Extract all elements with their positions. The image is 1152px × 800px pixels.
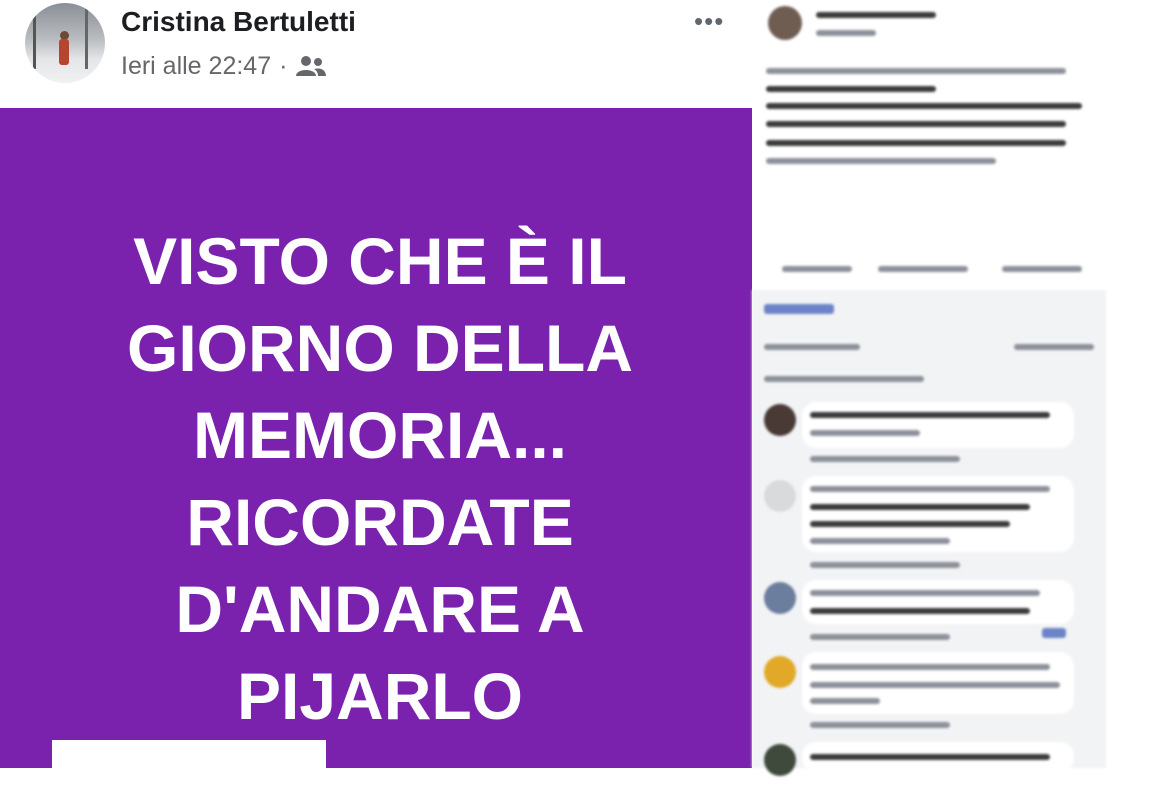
post-text: VISTO CHE È IL GIORNO DELLA MEMORIA... R… [40, 218, 720, 800]
post-meta: Ieri alle 22:47 · [121, 52, 327, 81]
post-line: PIJARLO [236, 659, 524, 733]
friends-icon [295, 54, 327, 80]
post-line: D'ANDARE A [175, 572, 585, 646]
more-options-icon[interactable]: ••• [694, 6, 724, 37]
author-name[interactable]: Cristina Bertuletti [121, 6, 356, 38]
post-card: Cristina Bertuletti Ieri alle 22:47 · ••… [0, 0, 752, 800]
author-avatar[interactable] [25, 3, 105, 83]
post-background: VISTO CHE È IL GIORNO DELLA MEMORIA... R… [0, 108, 752, 800]
post-line: VISTO CHE È IL [133, 224, 627, 298]
post-time[interactable]: Ieri alle 22:47 [121, 52, 271, 81]
post-line-last: PIJARLO [40, 653, 720, 800]
blurred-side-panel [752, 0, 1152, 776]
post-line: GIORNO DELLA [127, 311, 633, 385]
redaction-box [52, 740, 326, 800]
post-line: RICORDATE [186, 485, 574, 559]
post-line: MEMORIA... [193, 398, 567, 472]
meta-separator: · [279, 52, 288, 80]
post-header: Cristina Bertuletti Ieri alle 22:47 · ••… [0, 0, 752, 108]
blurred-avatar [768, 6, 802, 40]
blurred-comments [752, 290, 1106, 776]
